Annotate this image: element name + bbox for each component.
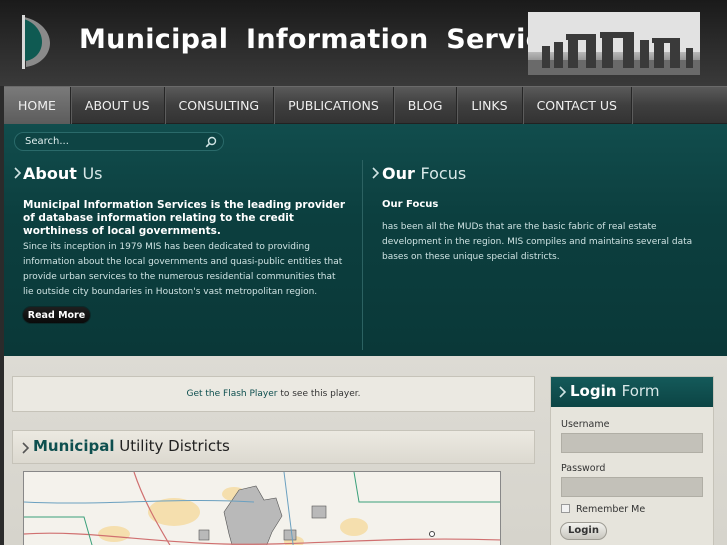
remember-me-checkbox[interactable] — [561, 504, 570, 513]
login-title: Login Form — [570, 382, 660, 400]
nav-item-home[interactable]: HOME — [4, 87, 71, 124]
search-input[interactable] — [25, 134, 195, 149]
chevron-right-icon — [22, 442, 30, 454]
password-label: Password — [561, 463, 606, 474]
focus-heading: Our Focus — [382, 164, 467, 183]
password-field[interactable] — [561, 477, 703, 497]
remember-me-label: Remember Me — [576, 504, 646, 515]
nav-item-publications[interactable]: PUBLICATIONS — [274, 87, 394, 124]
chevron-right-icon — [372, 167, 380, 179]
username-label: Username — [561, 419, 610, 430]
column-divider — [362, 160, 363, 350]
about-heading: About Us — [23, 164, 103, 183]
nav-item-blog[interactable]: BLOG — [394, 87, 458, 124]
nav-item-contact-us[interactable]: CONTACT US — [523, 87, 632, 124]
chevron-right-icon — [559, 386, 567, 398]
nav-item-links[interactable]: LINKS — [457, 87, 523, 124]
flash-notice-text: to see this player. — [277, 389, 361, 399]
logo-icon — [22, 15, 50, 69]
feature-panel: About Us Municipal Information Services … — [4, 124, 727, 356]
flash-player-notice: Get the Flash Player to see this player. — [12, 376, 535, 412]
search-icon[interactable] — [205, 136, 217, 148]
search-box — [14, 132, 224, 151]
about-subheading: Municipal Information Services is the le… — [23, 199, 346, 237]
stonehenge-photo — [528, 12, 700, 75]
read-more-button[interactable]: Read More — [22, 306, 91, 324]
login-panel: Login Form Username Password Remember Me… — [550, 376, 714, 545]
chevron-right-icon — [14, 167, 22, 179]
username-field[interactable] — [561, 433, 703, 453]
flash-player-link[interactable]: Get the Flash Player — [187, 389, 278, 399]
focus-subheading: Our Focus — [382, 199, 439, 210]
main-nav: HOME ABOUT US CONSULTING PUBLICATIONS BL… — [4, 86, 727, 124]
nav-item-consulting[interactable]: CONSULTING — [165, 87, 275, 124]
districts-heading-box: Municipal Utility Districts — [12, 430, 535, 464]
login-header: Login Form — [551, 377, 713, 407]
districts-heading: Municipal Utility Districts — [33, 437, 230, 455]
site-header: Municipal Information Services — [0, 0, 727, 86]
focus-body: has been all the MUDs that are the basic… — [382, 222, 693, 262]
login-button[interactable]: Login — [560, 522, 607, 540]
districts-map[interactable] — [23, 471, 501, 545]
site-title: Municipal Information Services — [79, 24, 577, 55]
nav-item-about-us[interactable]: ABOUT US — [71, 87, 165, 124]
lower-content: Get the Flash Player to see this player.… — [4, 356, 727, 545]
about-body: Since its inception in 1979 MIS has been… — [23, 242, 343, 297]
